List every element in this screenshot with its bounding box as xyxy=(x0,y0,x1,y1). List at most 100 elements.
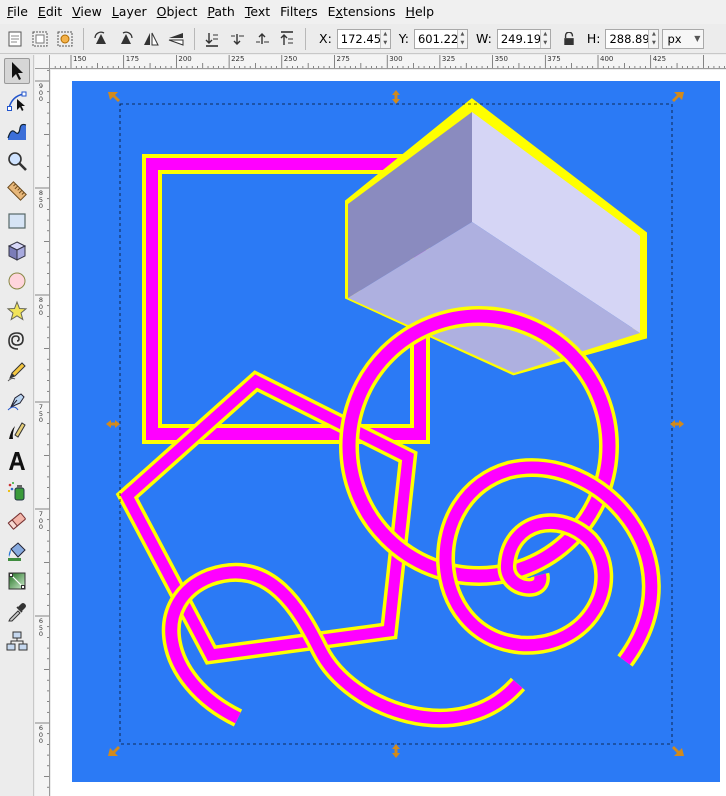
toolbar-separator xyxy=(194,27,195,50)
ruler-label: 375 xyxy=(547,55,561,63)
menu-object[interactable]: Object xyxy=(152,0,203,24)
ruler-label: 600 xyxy=(38,724,44,745)
h-input[interactable] xyxy=(606,29,649,48)
menu-edit[interactable]: Edit xyxy=(33,0,67,24)
inkscape-window: File Edit View Layer Object Path Text Filters Ex… xyxy=(0,0,726,796)
text-tool[interactable] xyxy=(4,448,30,474)
w-spin-arrows[interactable]: ▲ ▼ xyxy=(539,29,550,48)
chevron-down-icon: ▼ xyxy=(694,34,701,43)
rotate-cw-button[interactable] xyxy=(114,27,137,50)
ruler-label: 350 xyxy=(494,55,508,63)
ruler-label: 900 xyxy=(38,82,44,103)
ruler-label: 425 xyxy=(652,55,667,63)
vertical-ruler-ticks xyxy=(35,69,49,788)
ruler-label: 275 xyxy=(336,55,350,63)
ellipse-tool[interactable] xyxy=(4,268,30,294)
text-a-icon xyxy=(9,452,25,470)
menu-file[interactable]: File xyxy=(2,0,33,24)
paint-bucket-icon xyxy=(8,542,26,561)
ruler-label: 325 xyxy=(441,55,456,63)
raise-button[interactable] xyxy=(250,27,273,50)
cube-icon xyxy=(7,241,27,261)
pen-tool[interactable] xyxy=(4,388,30,414)
w-label: W: xyxy=(475,31,492,46)
menu-path[interactable]: Path xyxy=(202,0,239,24)
h-label: H: xyxy=(586,31,601,46)
ruler-label: 850 xyxy=(38,189,44,210)
menu-extensions[interactable]: Extensions xyxy=(323,0,401,24)
ruler-label: 650 xyxy=(38,617,44,638)
menu-layer[interactable]: Layer xyxy=(107,0,152,24)
menu-help[interactable]: Help xyxy=(401,0,440,24)
ruler-label: 175 xyxy=(125,55,140,63)
measure-tool[interactable] xyxy=(4,178,30,204)
connector-tool[interactable] xyxy=(4,628,30,654)
rectangle-icon xyxy=(8,213,26,229)
horizontal-ruler-ticks xyxy=(54,55,725,68)
gradient-icon xyxy=(8,572,26,590)
pencil-tool[interactable] xyxy=(4,358,30,384)
eraser-icon xyxy=(7,512,26,530)
lock-ratio-toggle[interactable] xyxy=(559,29,579,49)
spiral-tool[interactable] xyxy=(4,328,30,354)
y-input[interactable] xyxy=(414,29,457,48)
h-spinbox[interactable]: ▲▼ xyxy=(605,28,660,49)
ruler-label: 250 xyxy=(283,55,298,63)
gradient-tool[interactable] xyxy=(4,568,30,594)
unit-dropdown[interactable]: px ▼ xyxy=(662,28,705,49)
toolbox xyxy=(0,55,34,796)
calligraphy-tool[interactable] xyxy=(4,418,30,444)
eraser-tool[interactable] xyxy=(4,508,30,534)
horizontal-ruler[interactable]: 150 175 200 225 250 275 300 325 350 375 400 425 xyxy=(50,55,726,69)
drawing-svg xyxy=(72,81,720,782)
lower-to-bottom-button[interactable] xyxy=(200,27,223,50)
y-spin-arrows[interactable]: ▲ ▼ xyxy=(456,29,467,48)
circle-icon xyxy=(8,272,26,290)
ruler-icon xyxy=(7,181,27,201)
select-all-button[interactable] xyxy=(3,27,26,50)
pen-nib-icon xyxy=(7,393,25,411)
flip-horizontal-button[interactable] xyxy=(139,27,162,50)
menu-view[interactable]: View xyxy=(67,0,107,24)
menu-text[interactable]: Text xyxy=(240,0,275,24)
toolbar-separator xyxy=(83,27,84,50)
select-all-in-all-layers-button[interactable] xyxy=(28,27,51,50)
ruler-label: 150 xyxy=(73,55,87,63)
node-tool[interactable] xyxy=(4,88,30,114)
tweak-tool[interactable] xyxy=(4,118,30,144)
selector-toolbar: X: ▲▼ Y: ▲▼ W: ▲▼ H: ▲▼ px ▼ xyxy=(0,24,726,54)
node-edit-icon xyxy=(7,91,27,111)
x-input[interactable] xyxy=(337,29,380,48)
paint-bucket-tool[interactable] xyxy=(4,538,30,564)
zoom-tool[interactable] xyxy=(4,148,30,174)
arrow-cursor-icon xyxy=(12,62,23,80)
star-tool[interactable] xyxy=(4,298,30,324)
drawing-canvas[interactable] xyxy=(51,70,726,796)
rotate-ccw-button[interactable] xyxy=(89,27,112,50)
spiral-icon xyxy=(8,332,24,350)
menu-filters[interactable]: Filters xyxy=(275,0,322,24)
x-spin-arrows[interactable]: ▲ ▼ xyxy=(379,29,390,48)
ruler-label: 750 xyxy=(38,403,44,424)
x-spinbox[interactable]: ▲▼ xyxy=(336,28,391,49)
selector-tool[interactable] xyxy=(4,58,30,84)
lock-icon xyxy=(564,31,574,45)
lower-button[interactable] xyxy=(225,27,248,50)
deselect-button[interactable] xyxy=(53,27,76,50)
y-spinbox[interactable]: ▲▼ xyxy=(413,28,468,49)
spray-can-icon xyxy=(7,482,25,501)
h-spin-arrows[interactable]: ▲ ▼ xyxy=(648,29,659,48)
ruler-label: 800 xyxy=(38,296,44,317)
ruler-corner xyxy=(35,55,50,69)
connector-icon xyxy=(6,631,28,651)
3d-box-tool[interactable] xyxy=(4,238,30,264)
spray-tool[interactable] xyxy=(4,478,30,504)
vertical-ruler[interactable]: 900 850 800 750 700 650 600 xyxy=(35,69,50,796)
rectangle-tool[interactable] xyxy=(4,208,30,234)
w-input[interactable] xyxy=(497,29,540,48)
raise-to-top-button[interactable] xyxy=(275,27,298,50)
flip-vertical-button[interactable] xyxy=(164,27,187,50)
dropper-tool[interactable] xyxy=(4,598,30,624)
w-spinbox[interactable]: ▲▼ xyxy=(496,28,551,49)
ruler-label: 400 xyxy=(600,55,614,63)
